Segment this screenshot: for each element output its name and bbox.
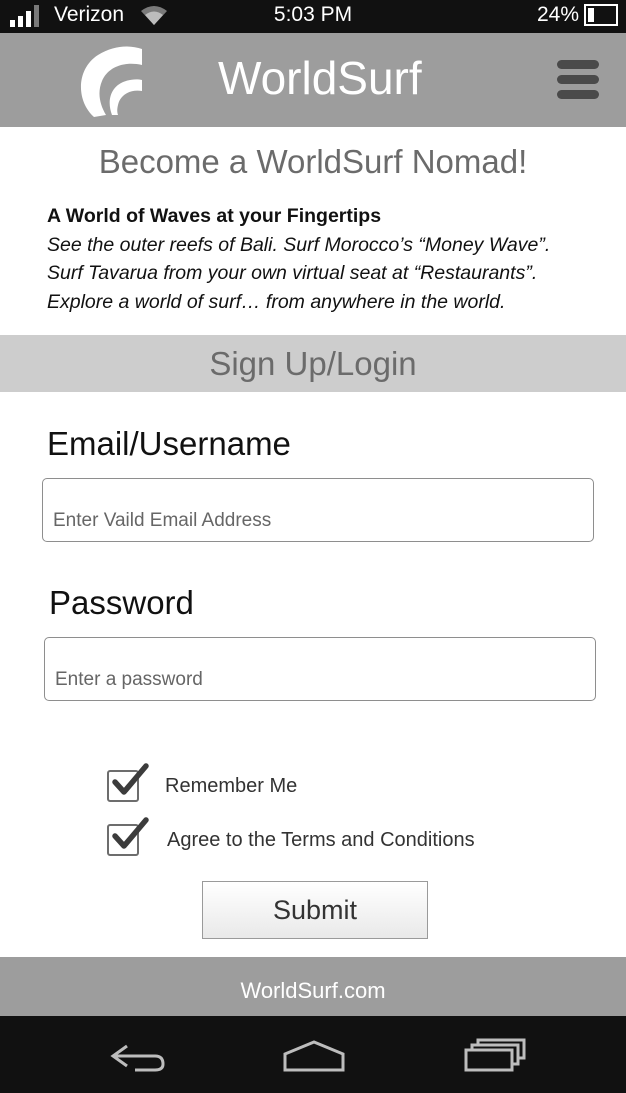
section-title: Sign Up/Login: [209, 345, 417, 382]
clock: 5:03 PM: [273, 3, 353, 26]
email-field[interactable]: [42, 478, 594, 542]
remember-me-label: Remember Me: [165, 775, 298, 797]
footer-link[interactable]: WorldSurf.com: [0, 957, 626, 1024]
app-header: WorldSurf: [0, 33, 626, 127]
checkmark-icon: [112, 817, 149, 849]
status-bar: Verizon 5:03 PM 24%: [0, 0, 626, 33]
back-arrow-icon[interactable]: [105, 1034, 169, 1074]
intro-subheading: A World of Waves at your Fingertips: [47, 205, 382, 227]
recent-apps-icon[interactable]: [462, 1034, 526, 1074]
intro-line: Explore a world of surf… from anywhere i…: [47, 290, 506, 313]
submit-button[interactable]: Submit: [202, 881, 428, 939]
battery-icon: [584, 4, 618, 26]
intro-text: A World of Waves at your Fingertips See …: [47, 202, 617, 316]
terms-label: Agree to the Terms and Conditions: [167, 829, 475, 851]
battery-percent: 24%: [536, 3, 579, 26]
page-headline: Become a WorldSurf Nomad!: [98, 143, 528, 180]
section-header: Sign Up/Login: [0, 335, 626, 392]
hamburger-menu-icon[interactable]: [557, 60, 599, 100]
intro-line: Surf Tavarua from your own virtual seat …: [47, 262, 538, 284]
password-field[interactable]: [44, 637, 596, 701]
worldsurf-logo-icon[interactable]: [78, 43, 150, 119]
app-title: WorldSurf: [218, 52, 422, 104]
remember-me-checkbox[interactable]: [107, 763, 149, 802]
terms-checkbox[interactable]: [107, 817, 149, 856]
system-nav-bar: [0, 1016, 626, 1093]
password-label: Password: [49, 584, 194, 621]
checkmark-icon: [112, 763, 149, 795]
email-label: Email/Username: [47, 425, 291, 462]
home-icon[interactable]: [282, 1034, 346, 1074]
footer: WorldSurf.com: [0, 957, 626, 1016]
intro-line: See the outer reefs of Bali. Surf Morocc…: [47, 233, 551, 256]
